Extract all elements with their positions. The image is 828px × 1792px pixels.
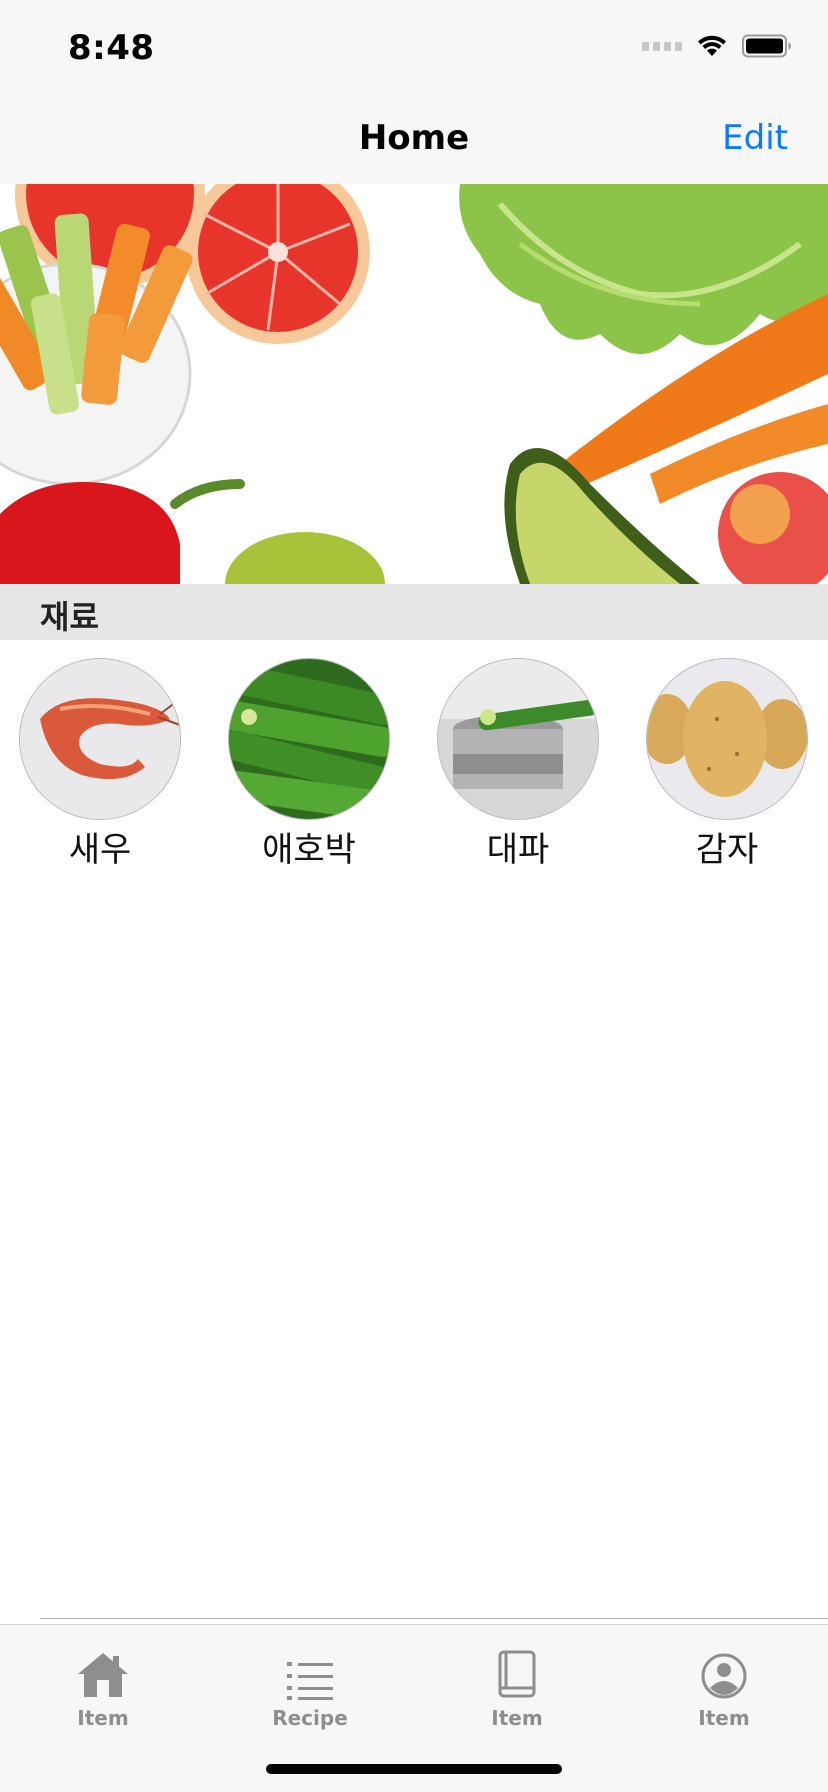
ingredient-item-leek[interactable]: 대파 — [433, 658, 603, 871]
vegetables-illustration — [0, 184, 828, 584]
navigation-bar: Home Edit — [0, 92, 828, 185]
ingredients-list: 새우 애호박 대파 감자 — [0, 658, 828, 870]
shrimp-photo — [19, 658, 181, 820]
ingredient-item-potato[interactable]: 감자 — [642, 658, 812, 871]
home-indicator[interactable] — [266, 1764, 562, 1774]
tab-label: Item — [698, 1706, 750, 1730]
edit-button[interactable]: Edit — [722, 118, 788, 158]
ingredient-name: 새우 — [68, 830, 132, 870]
tab-item-recipe[interactable]: Recipe — [240, 1644, 380, 1730]
potato-photo — [646, 658, 808, 820]
section-title: 재료 — [40, 598, 99, 636]
house-icon — [33, 1644, 173, 1700]
battery-icon — [742, 34, 791, 58]
tab-item-book[interactable]: Item — [447, 1644, 587, 1730]
status-time: 8:48 — [68, 28, 155, 68]
tab-label: Recipe — [272, 1706, 348, 1730]
status-bar: 8:48 — [0, 0, 828, 92]
list-icon — [240, 1644, 380, 1700]
ingredient-name: 애호박 — [262, 830, 356, 870]
tab-label: Item — [77, 1706, 129, 1730]
leek-photo — [437, 658, 599, 820]
tab-label: Item — [491, 1706, 543, 1730]
ingredient-item-zucchini[interactable]: 애호박 — [224, 658, 394, 871]
status-icons — [642, 34, 792, 58]
section-header: 재료 — [0, 584, 828, 640]
ingredient-name: 대파 — [486, 830, 550, 870]
cellular-signal-icon — [642, 41, 682, 51]
wifi-icon — [698, 35, 726, 56]
page-title: Home — [358, 118, 470, 158]
tab-item-profile[interactable]: Item — [654, 1644, 794, 1730]
person-circle-icon — [654, 1644, 794, 1700]
ingredient-name: 감자 — [695, 830, 759, 870]
divider — [40, 1618, 828, 1619]
zucchini-photo — [228, 658, 390, 820]
hero-image — [0, 184, 828, 584]
ingredient-item-shrimp[interactable]: 새우 — [15, 658, 185, 871]
divider — [0, 1624, 828, 1625]
tab-item-home[interactable]: Item — [33, 1644, 173, 1730]
book-icon — [447, 1644, 587, 1700]
